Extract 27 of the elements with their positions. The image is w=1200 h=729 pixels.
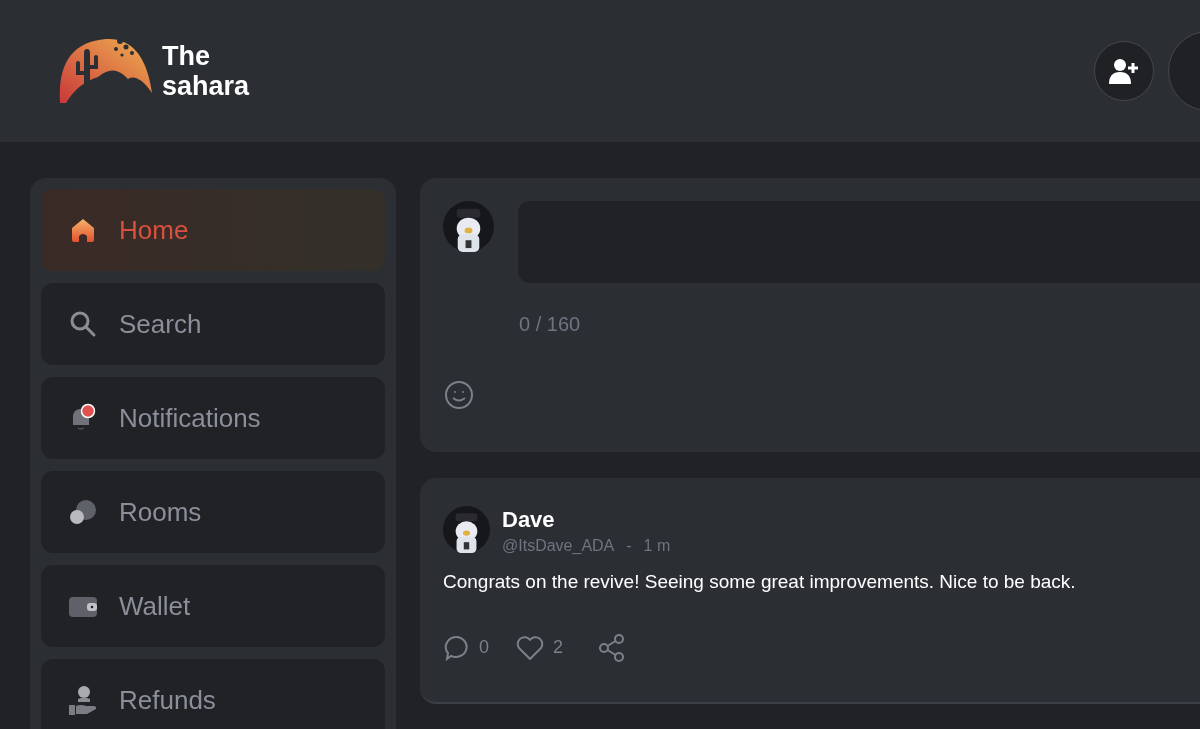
sidebar-item[interactable]: Rooms [41, 471, 385, 553]
add-user-icon [1109, 58, 1139, 84]
comment-icon [443, 633, 471, 662]
comment-button[interactable]: 0 [443, 633, 489, 662]
sidebar-item[interactable]: Refunds [41, 659, 385, 729]
avatar [443, 201, 494, 252]
sidebar-item[interactable]: Home [41, 189, 385, 271]
post-text: Congrats on the revive! Seeing some great improvements. Nice to be back. [443, 570, 1077, 594]
emoji-button[interactable] [443, 379, 475, 411]
smiley-icon [444, 380, 474, 410]
post-time: 1 m [643, 536, 671, 556]
author-name: Dave [502, 506, 556, 534]
logo-text: sahara [162, 71, 250, 101]
heart-icon [515, 633, 545, 662]
like-button[interactable]: 2 [515, 633, 564, 662]
author-handle: @ItsDave_ADA [502, 536, 615, 556]
sidebar-item[interactable]: Search [41, 283, 385, 365]
sidebar-item[interactable]: Wallet [41, 565, 385, 647]
separator: - [626, 536, 632, 556]
sidebar-item[interactable]: Notifications [41, 377, 385, 459]
avatar [443, 506, 490, 553]
logo-text: The [162, 41, 211, 71]
character-counter: 0 / 160 [519, 312, 582, 337]
hand-person-icon [67, 684, 99, 716]
house-icon [69, 216, 97, 244]
search-icon [69, 310, 97, 338]
chat-bubbles-icon [68, 497, 98, 527]
